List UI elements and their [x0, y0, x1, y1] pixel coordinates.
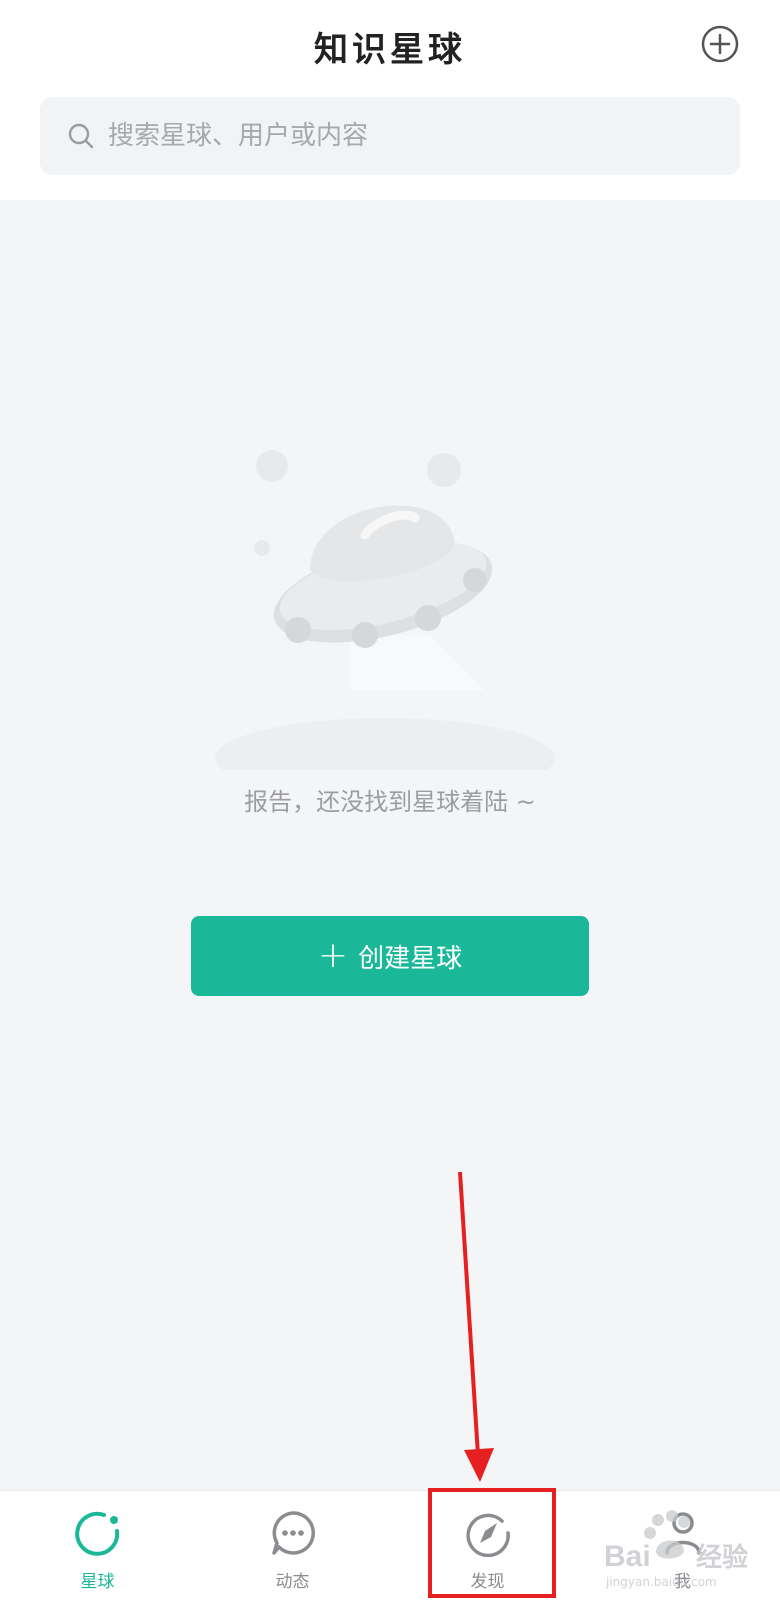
add-circle-icon[interactable]	[700, 24, 740, 64]
create-planet-label: 创建星球	[358, 943, 463, 974]
top-header: 知识星球	[0, 0, 780, 200]
search-icon	[68, 123, 94, 149]
search-bar[interactable]	[40, 97, 740, 175]
svg-text:经验: 经验	[696, 1542, 748, 1573]
plus-icon: +	[317, 935, 349, 976]
tab-activity[interactable]: 动态	[195, 1491, 390, 1600]
planet-ring-icon	[75, 1511, 120, 1556]
svg-text:jingyan.baidu.com: jingyan.baidu.com	[605, 1575, 717, 1589]
red-arrow-annotation	[458, 1171, 494, 1482]
page-title: 知识星球	[314, 30, 466, 70]
baidu-jingyan-watermark: Bai 经验 jingyan.baidu.com	[604, 1510, 748, 1589]
tab-planet-label: 星球	[80, 1572, 115, 1592]
chat-bubble-icon	[272, 1511, 316, 1555]
tab-activity-label: 动态	[275, 1572, 310, 1592]
search-input[interactable]	[108, 97, 708, 175]
empty-state-message: 报告，还没找到星球着陆 ~	[244, 788, 536, 816]
ufo-illustration	[215, 450, 555, 770]
red-highlight-box	[428, 1488, 556, 1598]
tab-planet[interactable]: 星球	[0, 1491, 195, 1600]
create-planet-button[interactable]: + 创建星球	[191, 916, 589, 996]
svg-text:Bai: Bai	[604, 1540, 651, 1573]
